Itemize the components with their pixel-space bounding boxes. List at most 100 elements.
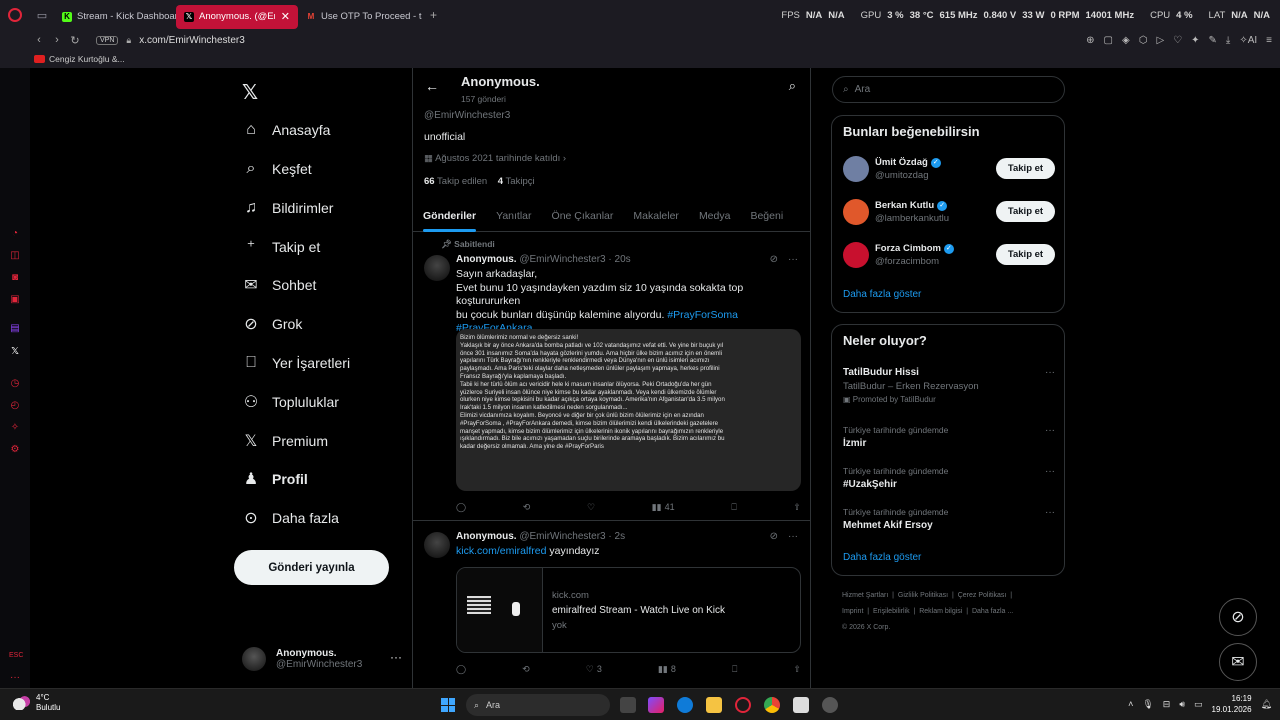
more-sidebar-icon[interactable]: ··· — [9, 672, 21, 684]
followers-link[interactable]: 4 Takipçi — [498, 176, 535, 187]
bookmark-icon[interactable]: ⎕ — [732, 662, 737, 676]
nav-bookmarks[interactable]: ⎕ Yer İşaretleri — [242, 348, 350, 378]
trend-item[interactable]: Türkiye tarihinde gündemde #UzakŞehir ··… — [843, 466, 1055, 490]
tab-overview-icon[interactable]: ▭ — [30, 0, 54, 30]
twitch-icon[interactable]: ▤ — [9, 323, 21, 335]
reload-icon[interactable]: ↻ — [66, 34, 84, 47]
notification-bell-icon[interactable]: 🔔︎ — [1261, 699, 1272, 710]
nav-more[interactable]: ⊙ Daha fazla — [242, 503, 339, 533]
reply-icon[interactable]: ◯ — [456, 500, 466, 514]
weather-widget[interactable]: 4°C Bulutlu — [12, 693, 60, 713]
tab-media[interactable]: Medya — [689, 200, 741, 232]
task-view-icon[interactable] — [620, 697, 636, 713]
x-logo-icon[interactable]: 𝕏 — [242, 80, 258, 105]
back-arrow-icon[interactable]: ← — [425, 78, 439, 94]
retweet-icon[interactable]: ⟲ — [522, 662, 530, 676]
opera-gx-icon[interactable] — [735, 697, 751, 713]
back-icon[interactable]: ‹ — [30, 34, 48, 46]
tweet-time[interactable]: 2s — [615, 531, 626, 542]
grok-icon[interactable]: ⊘ — [770, 531, 778, 542]
vpn-badge[interactable]: VPN — [96, 35, 119, 45]
aria-ai-button[interactable]: ✧AI — [1239, 35, 1257, 46]
following-link[interactable]: 66 Takip edilen — [424, 176, 487, 187]
tab-kick[interactable]: K Stream - Kick Dashboard — [54, 5, 176, 29]
chevron-right-icon[interactable]: › — [563, 153, 566, 164]
microphone-icon[interactable]: 🎙︎ — [1142, 699, 1153, 710]
like-icon[interactable]: ♡ — [587, 500, 595, 514]
settings-icon[interactable]: ⚙ — [9, 444, 21, 456]
views-button[interactable]: ▮▮ 8 — [658, 662, 676, 676]
suggestion-item[interactable]: Ümit Özdağ ✓ @umitozdag Takip et — [843, 154, 1055, 184]
tweet-handle[interactable]: @EmirWinchester3 — [519, 531, 605, 542]
footer-link[interactable]: Hizmet Şartları — [842, 592, 888, 599]
tweet-handle[interactable]: @EmirWinchester3 — [519, 254, 605, 265]
search-input[interactable]: ⌕ Ara — [832, 76, 1065, 103]
clock-icon[interactable]: ◴ — [9, 400, 21, 412]
media-icon[interactable]: ▣ — [9, 294, 21, 306]
avatar[interactable] — [424, 255, 450, 281]
suggestion-item[interactable]: Forza Cimbom ✓ @forzacimbom Takip et — [843, 240, 1055, 270]
volume-icon[interactable]: 🔊︎ — [1179, 699, 1185, 710]
extensions-icon[interactable]: ✦ — [1191, 35, 1199, 46]
shopping-icon[interactable]: ◫ — [9, 250, 21, 262]
more-icon[interactable]: ··· — [788, 531, 798, 542]
bookmark-item[interactable]: Cengiz Kurtoğlu &... — [49, 54, 125, 64]
play-icon[interactable]: ▷ — [1156, 35, 1164, 46]
taskbar-search[interactable]: ⌕ Ara — [466, 694, 610, 716]
snapshot-icon[interactable]: ▢ — [1104, 35, 1113, 46]
nav-grok[interactable]: ⊘ Grok — [242, 309, 302, 339]
opera-logo-icon[interactable] — [0, 0, 30, 30]
nav-follow[interactable]: ⁺ Takip et — [242, 232, 320, 262]
trend-item[interactable]: Türkiye tarihinde gündemde Mehmet Akif E… — [843, 507, 1055, 531]
forward-icon[interactable]: › — [48, 34, 66, 46]
extensions-sidebar-icon[interactable]: ✧ — [9, 422, 21, 434]
footer-link[interactable]: Imprint — [842, 608, 863, 615]
hashtag-link[interactable]: #PrayForSoma — [667, 309, 738, 321]
trend-item[interactable]: Türkiye tarihinde gündemde İzmir ··· — [843, 425, 1055, 449]
footer-link[interactable]: Daha fazla ... — [972, 608, 1013, 615]
tweet-author[interactable]: Anonymous. — [456, 531, 517, 542]
nav-explore[interactable]: ⌕ Keşfet — [242, 154, 312, 184]
more-icon[interactable]: ··· — [1045, 507, 1055, 518]
clock[interactable]: 16:19 19.01.2026 — [1212, 693, 1252, 715]
network-icon[interactable]: ⊟ — [1163, 699, 1171, 710]
show-more-link[interactable]: Daha fazla göster — [843, 552, 921, 563]
link-card[interactable]: kick.com emiralfred Stream - Watch Live … — [456, 567, 801, 653]
x-sidebar-icon[interactable]: 𝕏 — [9, 346, 21, 358]
tab-replies[interactable]: Yanıtlar — [486, 200, 541, 232]
windows-start-icon[interactable] — [441, 698, 455, 712]
chevron-up-icon[interactable]: ˄ — [1128, 699, 1133, 709]
cube-icon[interactable]: ⬡ — [1139, 35, 1148, 46]
chrome-icon[interactable] — [764, 697, 780, 713]
tweet-time[interactable]: 20s — [615, 254, 631, 265]
grok-icon[interactable]: ⊘ — [770, 254, 778, 265]
messages-float-button[interactable]: ✉ — [1219, 643, 1257, 681]
new-tab-button[interactable]: + — [430, 8, 437, 22]
tweet-image[interactable]: Bizim ölümlerimiz normal ve değersiz san… — [456, 329, 801, 491]
photos-app-icon[interactable] — [648, 697, 664, 713]
tweet-item[interactable]: Anonymous. @EmirWinchester3 · 2s ⊘ ··· k… — [413, 522, 810, 688]
like-button[interactable]: ♡ 3 — [586, 662, 602, 676]
tab-posts[interactable]: Gönderiler — [413, 200, 486, 232]
retweet-icon[interactable]: ⟲ — [523, 500, 531, 514]
edge-icon[interactable] — [677, 697, 693, 713]
brush-icon[interactable]: ✎ — [1209, 35, 1217, 46]
heart-icon[interactable]: ♡ — [1173, 35, 1182, 46]
tab-highlights[interactable]: Öne Çıkanlar — [542, 200, 624, 232]
follow-button[interactable]: Takip et — [996, 201, 1055, 222]
footer-link[interactable]: Erişilebilirlik — [873, 608, 910, 615]
battery-icon[interactable]: ▭ — [1194, 699, 1203, 710]
trend-item[interactable]: TatilBudur Hissi TatilBudur – Erken Reze… — [843, 367, 1055, 404]
nav-home[interactable]: ⌂ Anasayfa — [242, 115, 330, 145]
aria-icon[interactable]: ◔ — [9, 228, 21, 240]
nav-chat[interactable]: ✉ Sohbet — [242, 270, 316, 300]
download-icon[interactable]: ⤓ — [1226, 35, 1230, 46]
share-icon[interactable]: ⇧ — [793, 500, 801, 514]
follow-button[interactable]: Takip et — [996, 244, 1055, 265]
nav-notifications[interactable]: ♫ Bildirimler — [242, 193, 333, 223]
nav-communities[interactable]: ⚇ Topluluklar — [242, 387, 339, 417]
menu-icon[interactable]: ≡ — [1266, 35, 1272, 46]
post-button[interactable]: Gönderi yayınla — [234, 550, 389, 585]
more-icon[interactable]: ··· — [1045, 425, 1055, 436]
more-icon[interactable]: ··· — [390, 650, 402, 664]
